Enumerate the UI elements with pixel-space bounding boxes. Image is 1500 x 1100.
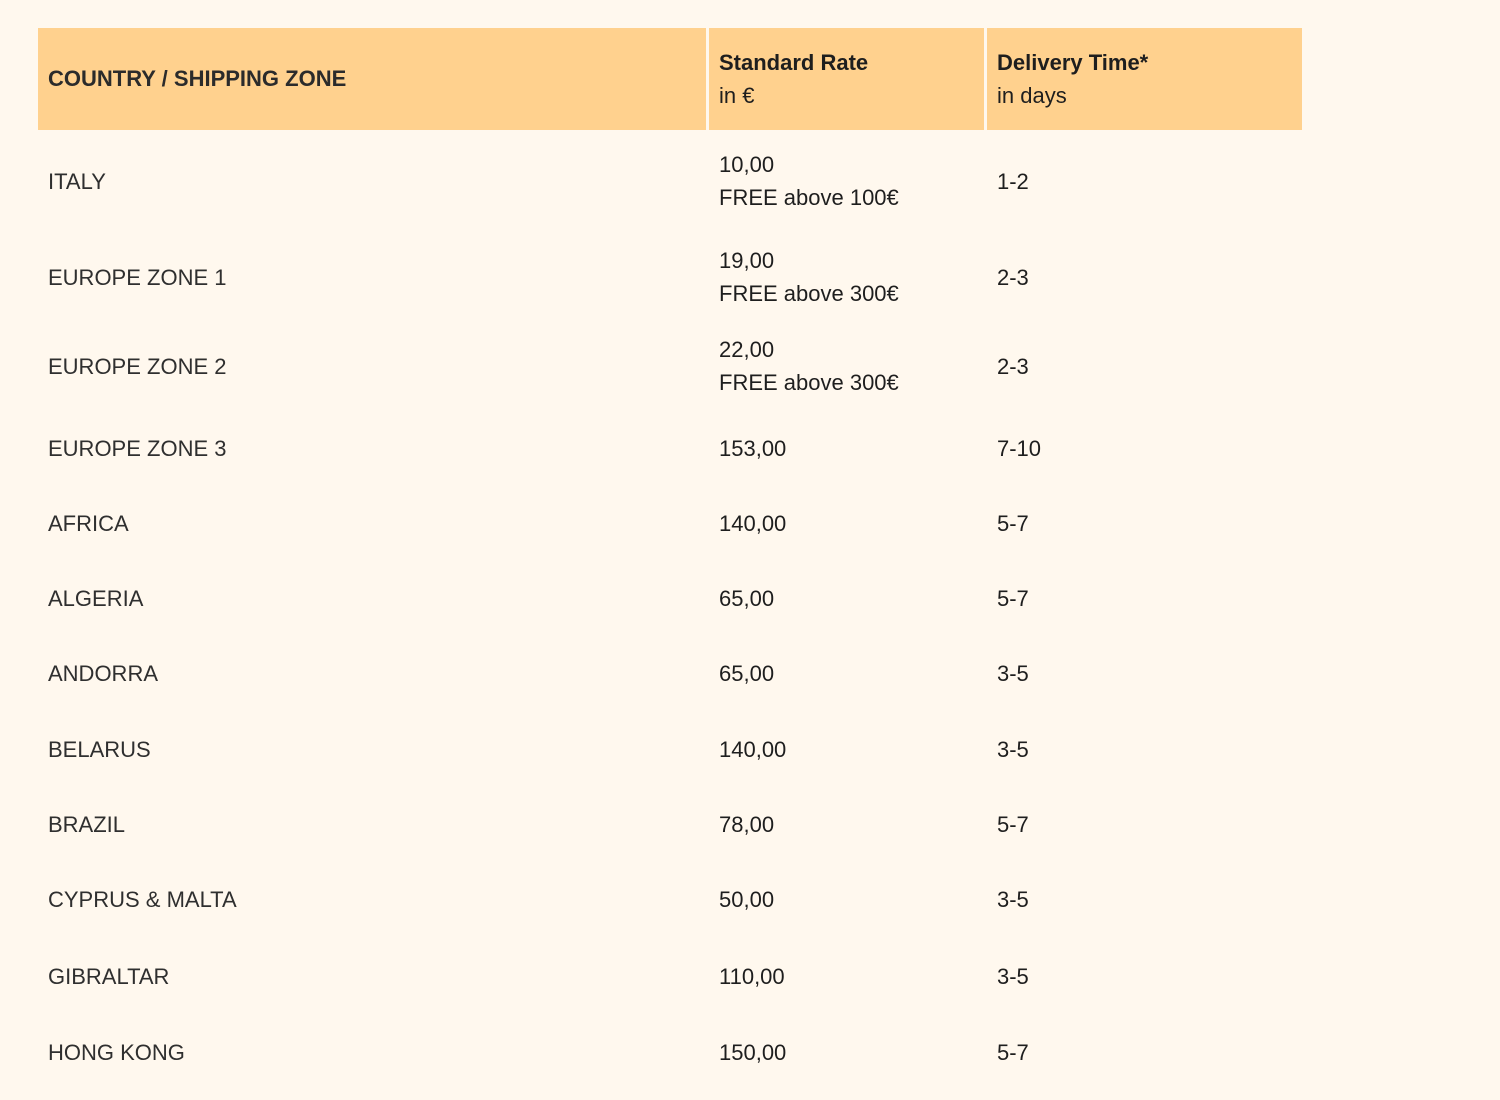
zone-cell: ITALY xyxy=(48,168,106,194)
zone-cell: BRAZIL xyxy=(48,812,126,837)
days-cell: 5-7 xyxy=(997,511,1029,536)
rate-note: FREE above 100€ xyxy=(719,185,899,210)
days-cell: 2-3 xyxy=(997,264,1029,290)
header-rate-title: Standard Rate xyxy=(719,50,869,75)
days-cell: 3-5 xyxy=(997,737,1029,762)
zone-cell: EUROPE ZONE 1 xyxy=(48,264,227,290)
header-delivery-time: Delivery Time* in days xyxy=(987,28,1302,130)
header-rate-unit: in € xyxy=(719,83,755,108)
days-cell: 5-7 xyxy=(997,586,1029,611)
table-row: AFRICA 140,00 5-7 xyxy=(38,507,1302,540)
header-zone-label: COUNTRY / SHIPPING ZONE xyxy=(48,66,347,91)
rate-cell: 150,00 xyxy=(719,1040,787,1065)
table-row: ALGERIA 65,00 5-7 xyxy=(38,582,1302,615)
table-row: ANDORRA 65,00 3-5 xyxy=(38,657,1302,690)
table-row: EUROPE ZONE 3 153,00 7-10 xyxy=(38,432,1302,465)
table-row: BELARUS 140,00 3-5 xyxy=(38,733,1302,766)
table-row: EUROPE ZONE 1 19,00 FREE above 300€ 2-3 xyxy=(38,244,1302,310)
shipping-rates-table: COUNTRY / SHIPPING ZONE Standard Rate in… xyxy=(38,28,1302,1065)
rate-cell: 140,00 xyxy=(719,737,787,762)
rate-cell: 140,00 xyxy=(719,511,787,536)
table-row: ITALY 10,00 FREE above 100€ 1-2 xyxy=(38,148,1302,214)
rate-cell: 65,00 xyxy=(719,661,775,686)
days-cell: 2-3 xyxy=(997,353,1029,379)
zone-cell: CYPRUS & MALTA xyxy=(48,887,237,912)
rate-cell: 22,00 FREE above 300€ xyxy=(709,333,987,399)
table-row: HONG KONG 150,00 5-7 xyxy=(38,1036,1302,1069)
days-cell: 5-7 xyxy=(997,1040,1029,1065)
header-zone: COUNTRY / SHIPPING ZONE xyxy=(38,28,706,130)
rate-cell: 153,00 xyxy=(719,436,787,461)
table-row: GIBRALTAR 110,00 3-5 xyxy=(38,960,1302,993)
days-cell: 3-5 xyxy=(997,887,1029,912)
days-cell: 1-2 xyxy=(997,168,1029,194)
rate-cell: 78,00 xyxy=(719,812,775,837)
zone-cell: AFRICA xyxy=(48,511,129,536)
table-row: BRAZIL 78,00 5-7 xyxy=(38,808,1302,841)
zone-cell: HONG KONG xyxy=(48,1040,185,1065)
rate-cell: 50,00 xyxy=(719,887,775,912)
header-rate: Standard Rate in € xyxy=(709,28,984,130)
table-row: CYPRUS & MALTA 50,00 3-5 xyxy=(38,883,1302,916)
rate-cell: 10,00 FREE above 100€ xyxy=(709,148,987,214)
zone-cell: GIBRALTAR xyxy=(48,964,170,989)
zone-cell: BELARUS xyxy=(48,737,151,762)
header-time-title: Delivery Time* xyxy=(997,50,1149,75)
rate-note: FREE above 300€ xyxy=(719,370,899,395)
zone-cell: EUROPE ZONE 2 xyxy=(48,353,227,379)
rate-value: 10,00 xyxy=(719,152,775,177)
rate-value: 19,00 xyxy=(719,248,775,273)
zone-cell: ALGERIA xyxy=(48,586,144,611)
days-cell: 3-5 xyxy=(997,661,1029,686)
rate-note: FREE above 300€ xyxy=(719,281,899,306)
rate-cell: 19,00 FREE above 300€ xyxy=(709,244,987,310)
zone-cell: ANDORRA xyxy=(48,661,159,686)
header-time-unit: in days xyxy=(997,83,1067,108)
rate-cell: 110,00 xyxy=(719,964,785,989)
days-cell: 7-10 xyxy=(997,436,1042,461)
table-header-row: COUNTRY / SHIPPING ZONE Standard Rate in… xyxy=(38,28,1302,130)
days-cell: 3-5 xyxy=(997,964,1029,989)
rate-value: 22,00 xyxy=(719,337,775,362)
rate-cell: 65,00 xyxy=(719,586,775,611)
zone-cell: EUROPE ZONE 3 xyxy=(48,436,227,461)
table-row: EUROPE ZONE 2 22,00 FREE above 300€ 2-3 xyxy=(38,333,1302,399)
days-cell: 5-7 xyxy=(997,812,1029,837)
